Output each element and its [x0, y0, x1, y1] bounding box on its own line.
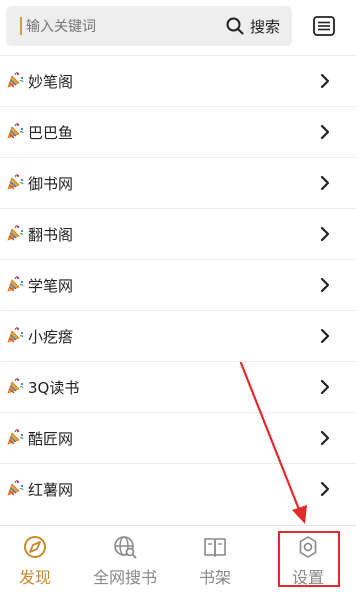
- tab-label: 全网搜书: [92, 568, 157, 587]
- menu-button[interactable]: [310, 12, 338, 40]
- compass-icon: [24, 536, 46, 558]
- chevron-right-icon: [320, 328, 330, 344]
- search-icon: [226, 17, 244, 35]
- party-popper-icon: [7, 174, 24, 190]
- list-item-label: 妙笔阁: [28, 72, 74, 91]
- list-item-label: 巴巴鱼: [28, 123, 74, 142]
- list-item-label: 翻书阁: [28, 225, 74, 244]
- party-popper-icon: [7, 378, 24, 394]
- party-popper-icon: [7, 72, 24, 88]
- search-input[interactable]: [26, 6, 206, 46]
- party-popper-icon: [7, 327, 24, 343]
- list-item[interactable]: 御书网: [0, 157, 356, 208]
- chevron-right-icon: [320, 226, 330, 242]
- tab-label: 书架: [198, 568, 231, 587]
- tab-discover[interactable]: 发现: [8, 526, 62, 592]
- tab-label: 发现: [18, 568, 51, 587]
- globe-search-icon: [114, 536, 137, 559]
- list-item-label: 御书网: [28, 174, 74, 193]
- party-popper-icon: [7, 480, 24, 496]
- open-book-icon: [204, 538, 226, 557]
- search-button-label: 搜索: [250, 17, 281, 36]
- top-bar: 搜索: [0, 0, 356, 55]
- party-popper-icon: [7, 123, 24, 139]
- list-item[interactable]: 翻书阁: [0, 208, 356, 259]
- tab-bookshelf[interactable]: 书架: [188, 526, 242, 592]
- party-popper-icon: [7, 276, 24, 292]
- list-item-label: 红薯网: [28, 480, 74, 499]
- chevron-right-icon: [320, 379, 330, 395]
- search-box[interactable]: 搜索: [6, 6, 292, 46]
- list-item-label: 酷匠网: [28, 429, 74, 448]
- chevron-right-icon: [320, 481, 330, 497]
- list-menu-icon: [313, 16, 335, 36]
- list-item[interactable]: 巴巴鱼: [0, 106, 356, 157]
- list-item-label: 小疙瘩: [28, 327, 74, 346]
- chevron-right-icon: [320, 73, 330, 89]
- party-popper-icon: [7, 225, 24, 241]
- list-item[interactable]: 小疙瘩: [0, 310, 356, 361]
- chevron-right-icon: [320, 277, 330, 293]
- source-list: 妙笔阁巴巴鱼御书网翻书阁学笔网小疙瘩 3Q读书酷匠网红薯网: [0, 55, 356, 514]
- list-item[interactable]: 红薯网: [0, 463, 356, 514]
- party-popper-icon: [7, 429, 24, 445]
- list-item-label: 3Q读书: [28, 378, 80, 397]
- chevron-right-icon: [320, 175, 330, 191]
- chevron-right-icon: [320, 430, 330, 446]
- tab-global-search[interactable]: 全网搜书: [85, 526, 165, 592]
- list-item-label: 学笔网: [28, 276, 74, 295]
- search-button[interactable]: 搜索: [226, 6, 280, 46]
- list-item[interactable]: 3Q读书: [0, 361, 356, 412]
- list-item[interactable]: 妙笔阁: [0, 55, 356, 106]
- text-caret: [20, 17, 22, 35]
- annotation-highlight-box: [278, 531, 340, 587]
- list-item[interactable]: 学笔网: [0, 259, 356, 310]
- list-item[interactable]: 酷匠网: [0, 412, 356, 463]
- chevron-right-icon: [320, 124, 330, 140]
